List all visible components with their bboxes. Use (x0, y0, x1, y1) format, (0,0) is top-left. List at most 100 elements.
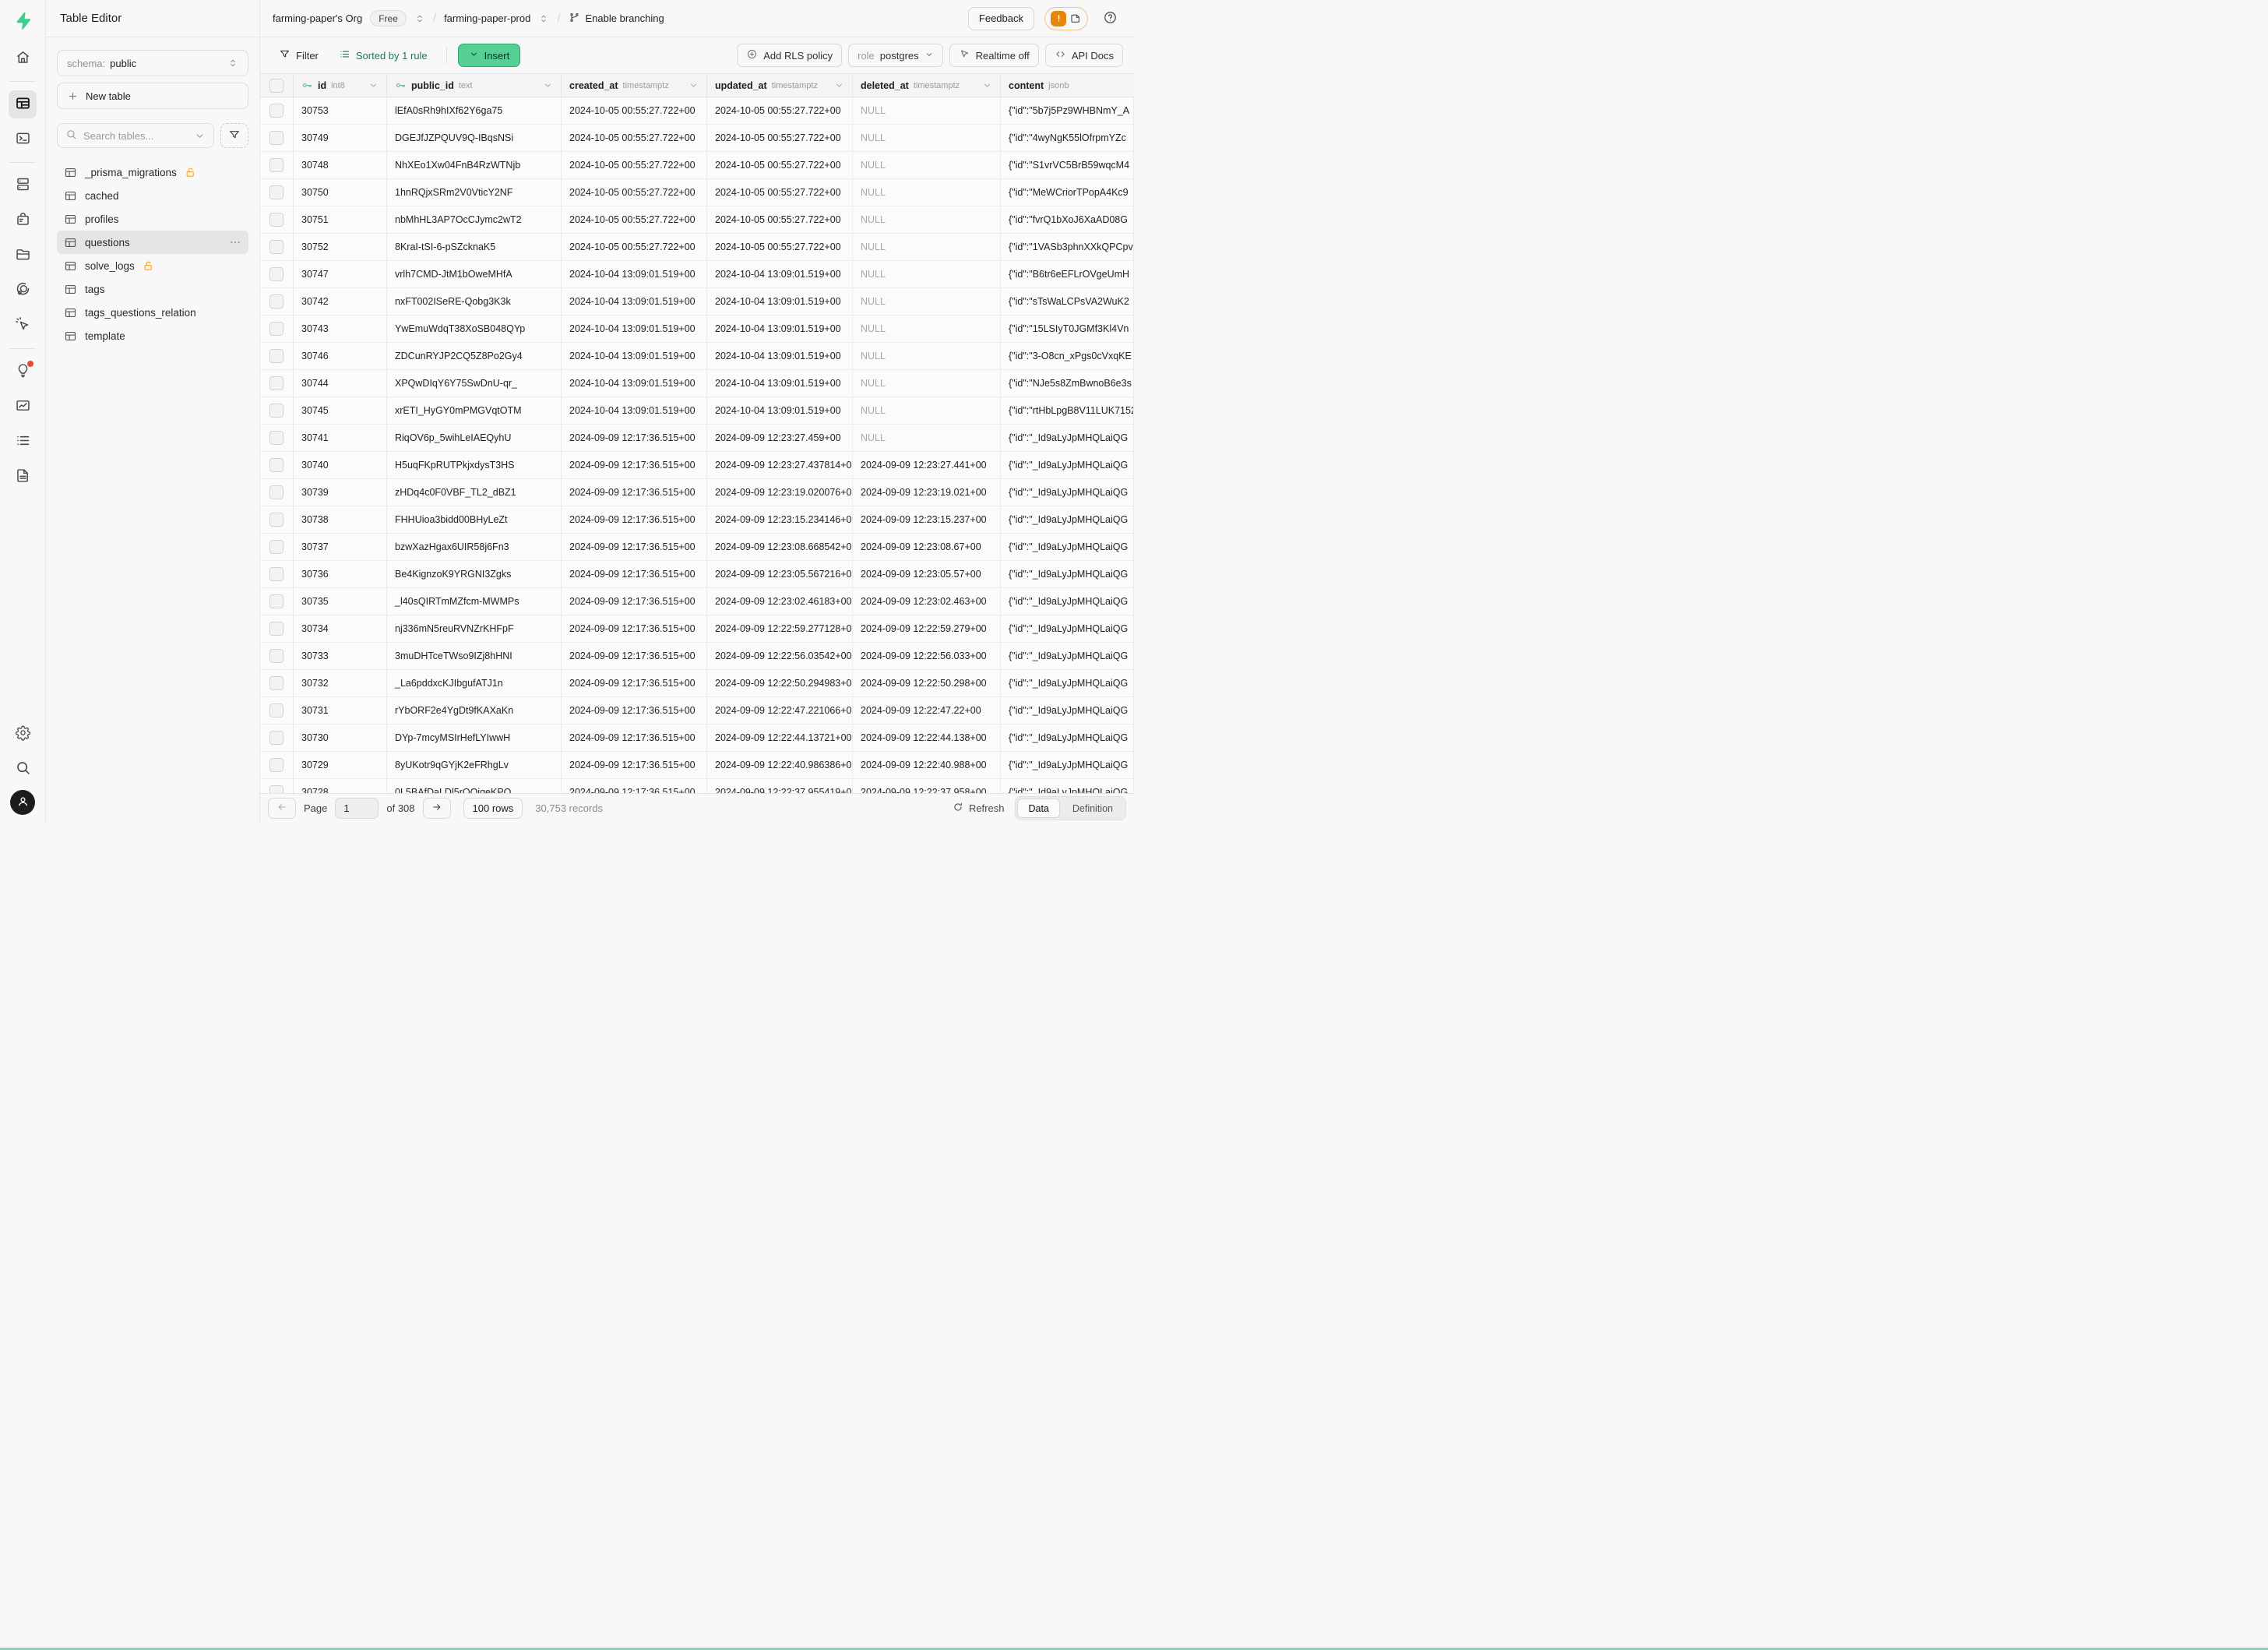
cell-created_at[interactable]: 2024-10-05 00:55:27.722+00 (562, 125, 707, 151)
cell-updated_at[interactable]: 2024-09-09 12:22:44.13721+00 (707, 725, 853, 751)
cell-id[interactable]: 30737 (294, 534, 387, 560)
cell-content[interactable]: {"id":"NJe5s8ZmBwnoB6e3s (1001, 370, 1134, 397)
page-number-input[interactable] (335, 798, 379, 819)
cell-public_id[interactable]: nbMhHL3AP7OcCJymc2wT2 (387, 206, 562, 233)
cell-created_at[interactable]: 2024-10-04 13:09:01.519+00 (562, 343, 707, 369)
cell-id[interactable]: 30729 (294, 752, 387, 778)
rail-item-auth[interactable] (9, 206, 37, 234)
refresh-button[interactable]: Refresh (953, 802, 1005, 815)
cell-id[interactable]: 30728 (294, 779, 387, 793)
row-checkbox[interactable] (269, 703, 284, 717)
rail-item-settings[interactable] (9, 720, 37, 748)
cell-updated_at[interactable]: 2024-09-09 12:23:19.020076+00 (707, 479, 853, 506)
cell-id[interactable]: 30745 (294, 397, 387, 424)
cell-content[interactable]: {"id":"_Id9aLyJpMHQLaiQG (1001, 615, 1134, 642)
cell-content[interactable]: {"id":"_Id9aLyJpMHQLaiQG (1001, 479, 1134, 506)
row-checkbox[interactable] (269, 104, 284, 118)
cell-id[interactable]: 30742 (294, 288, 387, 315)
row-checkbox[interactable] (269, 458, 284, 472)
row-checkbox[interactable] (269, 131, 284, 145)
cell-public_id[interactable]: H5uqFKpRUTPkjxdysT3HS (387, 452, 562, 478)
cell-content[interactable]: {"id":"fvrQ1bXoJ6XaAD08G (1001, 206, 1134, 233)
cell-content[interactable]: {"id":"_Id9aLyJpMHQLaiQG (1001, 534, 1134, 560)
chevrons-updown-icon[interactable] (414, 13, 425, 24)
cell-updated_at[interactable]: 2024-10-04 13:09:01.519+00 (707, 261, 853, 287)
breadcrumb-project[interactable]: farming-paper-prod (444, 12, 530, 24)
cell-updated_at[interactable]: 2024-10-05 00:55:27.722+00 (707, 179, 853, 206)
chevron-down-icon[interactable] (834, 80, 844, 90)
cell-id[interactable]: 30751 (294, 206, 387, 233)
cell-content[interactable]: {"id":"_Id9aLyJpMHQLaiQG (1001, 643, 1134, 669)
cell-public_id[interactable]: 0L5BAfDaLDl5rQOiqeKPO (387, 779, 562, 793)
cell-public_id[interactable]: 8yUKotr9qGYjK2eFRhgLv (387, 752, 562, 778)
sidebar-table-_prisma_migrations[interactable]: _prisma_migrations (57, 160, 248, 184)
cell-content[interactable]: {"id":"_Id9aLyJpMHQLaiQG (1001, 561, 1134, 587)
cell-updated_at[interactable]: 2024-09-09 12:22:50.294983+00 (707, 670, 853, 696)
row-checkbox[interactable] (269, 676, 284, 690)
cell-id[interactable]: 30747 (294, 261, 387, 287)
cell-content[interactable]: {"id":"S1vrVC5BrB59wqcM4 (1001, 152, 1134, 178)
row-checkbox[interactable] (269, 594, 284, 608)
insert-button[interactable]: Insert (458, 44, 521, 67)
cell-deleted_at[interactable]: 2024-09-09 12:23:08.67+00 (853, 534, 1001, 560)
sidebar-table-tags[interactable]: tags (57, 277, 248, 301)
cell-content[interactable]: {"id":"3-O8cn_xPgs0cVxqKE (1001, 343, 1134, 369)
cell-public_id[interactable]: YwEmuWdqT38XoSB048QYp (387, 316, 562, 342)
cell-content[interactable]: {"id":"1VASb3phnXXkQPCpv (1001, 234, 1134, 260)
row-checkbox[interactable] (269, 485, 284, 499)
cell-created_at[interactable]: 2024-09-09 12:17:36.515+00 (562, 479, 707, 506)
column-header-content[interactable]: contentjsonb (1001, 74, 1134, 97)
help-button[interactable] (1098, 7, 1122, 30)
cell-deleted_at[interactable]: 2024-09-09 12:22:47.22+00 (853, 697, 1001, 724)
rail-item-advisors[interactable] (9, 358, 37, 386)
cell-created_at[interactable]: 2024-09-09 12:17:36.515+00 (562, 561, 707, 587)
sort-button[interactable]: Sorted by 1 rule (331, 44, 435, 67)
cell-id[interactable]: 30730 (294, 725, 387, 751)
cell-deleted_at[interactable]: NULL (853, 234, 1001, 260)
cell-public_id[interactable]: FHHUioa3bidd00BHyLeZt (387, 506, 562, 533)
supabase-logo[interactable] (9, 6, 37, 34)
row-checkbox[interactable] (269, 185, 284, 199)
column-header-updated_at[interactable]: updated_attimestamptz (707, 74, 853, 97)
cell-id[interactable]: 30739 (294, 479, 387, 506)
cell-content[interactable]: {"id":"rtHbLpgB8V11LUK7152 (1001, 397, 1134, 424)
cell-content[interactable]: {"id":"_Id9aLyJpMHQLaiQG (1001, 506, 1134, 533)
cell-content[interactable]: {"id":"_Id9aLyJpMHQLaiQG (1001, 425, 1134, 451)
row-checkbox[interactable] (269, 267, 284, 281)
cell-updated_at[interactable]: 2024-10-05 00:55:27.722+00 (707, 206, 853, 233)
cell-id[interactable]: 30733 (294, 643, 387, 669)
cell-deleted_at[interactable]: NULL (853, 343, 1001, 369)
cell-updated_at[interactable]: 2024-09-09 12:22:37.955419+00 (707, 779, 853, 793)
cell-deleted_at[interactable]: 2024-09-09 12:22:40.988+00 (853, 752, 1001, 778)
cell-id[interactable]: 30752 (294, 234, 387, 260)
realtime-toggle-button[interactable]: Realtime off (949, 44, 1039, 67)
cell-public_id[interactable]: ZDCunRYJP2CQ5Z8Po2Gy4 (387, 343, 562, 369)
row-checkbox[interactable] (269, 649, 284, 663)
sidebar-table-questions[interactable]: questions (57, 231, 248, 254)
row-checkbox[interactable] (269, 567, 284, 581)
cell-created_at[interactable]: 2024-10-04 13:09:01.519+00 (562, 288, 707, 315)
sidebar-filter-button[interactable] (220, 123, 248, 148)
cell-content[interactable]: {"id":"B6tr6eEFLrOVgeUmH (1001, 261, 1134, 287)
cell-deleted_at[interactable]: 2024-09-09 12:22:59.279+00 (853, 615, 1001, 642)
cell-deleted_at[interactable]: NULL (853, 425, 1001, 451)
cell-content[interactable]: {"id":"_Id9aLyJpMHQLaiQG (1001, 725, 1134, 751)
feedback-button[interactable]: Feedback (968, 7, 1034, 30)
user-avatar[interactable] (10, 790, 35, 815)
row-checkbox[interactable] (269, 240, 284, 254)
row-checkbox[interactable] (269, 622, 284, 636)
cell-deleted_at[interactable]: NULL (853, 179, 1001, 206)
rail-item-database[interactable] (9, 171, 37, 199)
column-header-created_at[interactable]: created_attimestamptz (562, 74, 707, 97)
row-checkbox[interactable] (269, 213, 284, 227)
rail-item-reports[interactable] (9, 393, 37, 421)
cell-updated_at[interactable]: 2024-09-09 12:23:15.234146+00 (707, 506, 853, 533)
cell-created_at[interactable]: 2024-09-09 12:17:36.515+00 (562, 615, 707, 642)
cell-created_at[interactable]: 2024-10-04 13:09:01.519+00 (562, 397, 707, 424)
row-checkbox[interactable] (269, 404, 284, 418)
cell-id[interactable]: 30753 (294, 97, 387, 124)
cell-public_id[interactable]: vrlh7CMD-JtM1bOweMHfA (387, 261, 562, 287)
cell-id[interactable]: 30731 (294, 697, 387, 724)
cell-updated_at[interactable]: 2024-10-04 13:09:01.519+00 (707, 288, 853, 315)
chevron-down-icon[interactable] (543, 80, 553, 90)
